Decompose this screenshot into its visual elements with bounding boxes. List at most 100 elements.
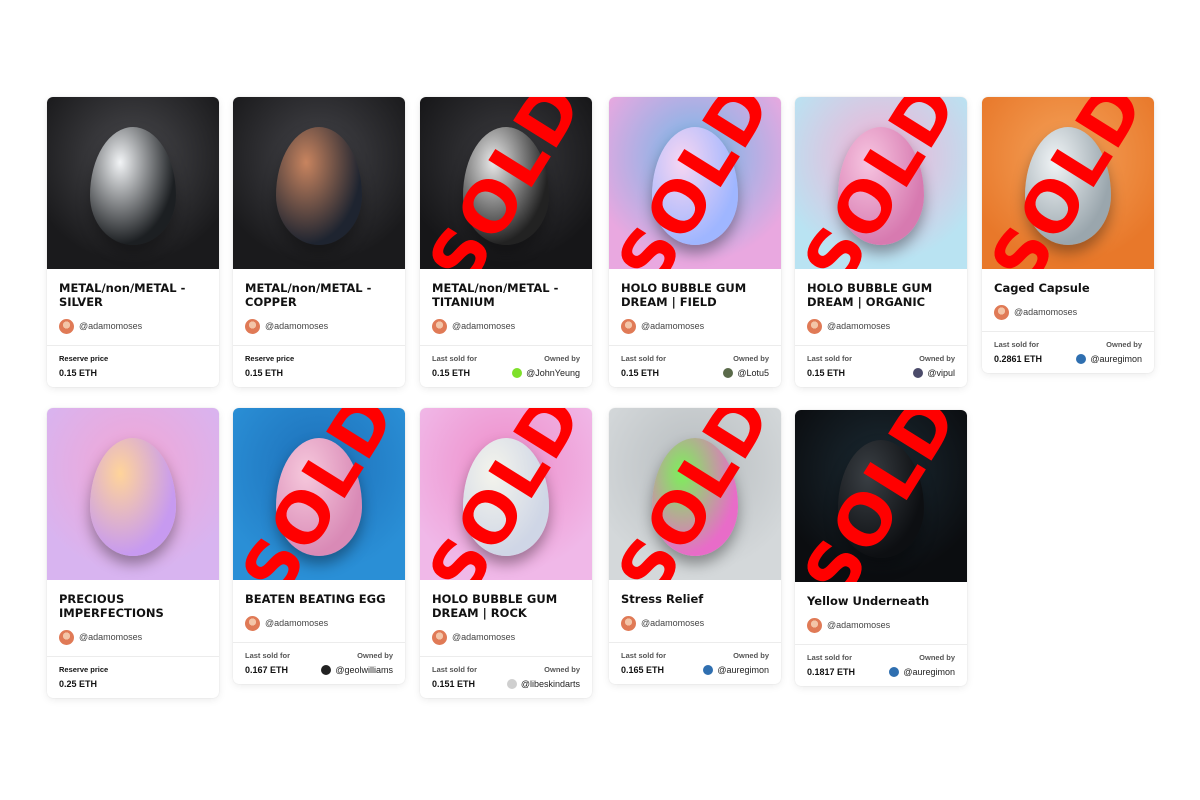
owner-handle: @Lotu5 [737, 368, 769, 378]
nft-card[interactable]: SOLD Yellow Underneath @adamomoses Last … [795, 410, 967, 686]
nft-artwork[interactable] [233, 97, 405, 269]
nft-card[interactable]: SOLD Stress Relief @adamomoses Last sold… [609, 408, 781, 684]
owner-avatar [703, 665, 714, 675]
owner-link[interactable]: @auregimon [703, 665, 769, 675]
nft-artwork[interactable]: SOLD [233, 408, 405, 580]
creator-link[interactable]: @adamomoses [59, 317, 207, 335]
nft-card[interactable]: SOLD HOLO BUBBLE GUM DREAM | ORGANIC @ad… [795, 97, 967, 387]
nft-artwork[interactable]: SOLD [420, 97, 592, 269]
creator-link[interactable]: @adamomoses [245, 317, 393, 335]
nft-card[interactable]: METAL/non/METAL - COPPER @adamomoses Res… [233, 97, 405, 387]
creator-handle: @adamomoses [79, 321, 143, 331]
creator-link[interactable]: @adamomoses [994, 303, 1142, 321]
card-footer: Reserve price 0.25 ETH [47, 656, 219, 698]
nft-artwork[interactable]: SOLD [795, 97, 967, 269]
last-sold-value: 0.165 ETH [621, 665, 665, 675]
owner-link[interactable]: @vipul [913, 368, 955, 378]
owner-avatar [321, 665, 332, 675]
nft-card[interactable]: SOLD METAL/non/METAL - TITANIUM @adamomo… [420, 97, 592, 387]
nft-title[interactable]: HOLO BUBBLE GUM DREAM | ROCK [432, 592, 580, 620]
card-footer: Last sold for 0.167 ETH Owned by @geolwi… [233, 642, 405, 684]
creator-avatar [807, 318, 822, 334]
last-sold-label: Last sold for [807, 653, 853, 662]
owner-handle: @JohnYeung [526, 368, 580, 378]
nft-artwork[interactable] [47, 97, 219, 269]
creator-avatar [994, 304, 1009, 320]
nft-artwork[interactable]: SOLD [982, 97, 1154, 269]
last-sold-block: Last sold for 0.2861 ETH [994, 340, 1042, 364]
owner-avatar [723, 368, 734, 378]
last-sold-block: Last sold for 0.15 ETH [432, 354, 477, 378]
last-sold-label: Last sold for [245, 651, 291, 660]
last-sold-block: Last sold for 0.15 ETH [621, 354, 666, 378]
creator-avatar [621, 615, 636, 631]
nft-title[interactable]: METAL/non/METAL - TITANIUM [432, 281, 580, 309]
nft-title[interactable]: Stress Relief [621, 592, 769, 606]
nft-title[interactable]: METAL/non/METAL - SILVER [59, 281, 207, 309]
owner-avatar [1076, 354, 1087, 364]
owner-link[interactable]: @Lotu5 [723, 368, 769, 378]
owner-avatar [889, 667, 900, 677]
owner-handle: @vipul [927, 368, 955, 378]
owner-link[interactable]: @auregimon [1076, 354, 1142, 364]
nft-title[interactable]: Yellow Underneath [807, 594, 955, 608]
creator-handle: @adamomoses [1014, 307, 1078, 317]
owner-link[interactable]: @geolwilliams [321, 665, 393, 675]
owner-block: Owned by @auregimon [703, 651, 769, 675]
creator-link[interactable]: @adamomoses [432, 317, 580, 335]
creator-handle: @adamomoses [452, 632, 516, 642]
nft-title[interactable]: METAL/non/METAL - COPPER [245, 281, 393, 309]
egg-artwork [276, 127, 362, 246]
nft-title[interactable]: HOLO BUBBLE GUM DREAM | ORGANIC [807, 281, 955, 309]
nft-card[interactable]: METAL/non/METAL - SILVER @adamomoses Res… [47, 97, 219, 387]
creator-avatar [432, 318, 447, 334]
last-sold-value: 0.15 ETH [621, 368, 660, 378]
creator-link[interactable]: @adamomoses [621, 614, 769, 632]
nft-card[interactable]: PRECIOUS IMPERFECTIONS @adamomoses Reser… [47, 408, 219, 698]
last-sold-value: 0.167 ETH [245, 665, 289, 675]
creator-link[interactable]: @adamomoses [807, 317, 955, 335]
creator-link[interactable]: @adamomoses [807, 616, 955, 634]
nft-card[interactable]: SOLD Caged Capsule @adamomoses Last sold… [982, 97, 1154, 373]
nft-title[interactable]: Caged Capsule [994, 281, 1142, 295]
nft-card[interactable]: SOLD HOLO BUBBLE GUM DREAM | ROCK @adamo… [420, 408, 592, 698]
nft-title[interactable]: BEATEN BEATING EGG [245, 592, 393, 606]
nft-artwork[interactable]: SOLD [609, 408, 781, 580]
owner-avatar [512, 368, 523, 378]
nft-artwork[interactable]: SOLD [609, 97, 781, 269]
nft-artwork[interactable]: SOLD [420, 408, 592, 580]
owner-handle: @auregimon [717, 665, 769, 675]
card-footer: Reserve price 0.15 ETH [233, 345, 405, 387]
nft-artwork[interactable]: SOLD [795, 410, 967, 582]
sold-stamp: SOLD [609, 97, 781, 269]
creator-handle: @adamomoses [265, 618, 329, 628]
owner-link[interactable]: @auregimon [889, 667, 955, 677]
nft-artwork[interactable] [47, 408, 219, 580]
nft-card[interactable]: SOLD BEATEN BEATING EGG @adamomoses Last… [233, 408, 405, 684]
creator-link[interactable]: @adamomoses [432, 628, 580, 646]
reserve-price-value: 0.15 ETH [59, 368, 98, 378]
owner-link[interactable]: @libeskindarts [506, 679, 580, 689]
owner-block: Owned by @auregimon [889, 653, 955, 677]
creator-avatar [245, 615, 260, 631]
card-footer: Last sold for 0.1817 ETH Owned by @aureg… [795, 644, 967, 686]
reserve-price-label: Reserve price [59, 665, 109, 674]
creator-link[interactable]: @adamomoses [59, 628, 207, 646]
owned-by-label: Owned by [544, 665, 580, 674]
creator-handle: @adamomoses [641, 321, 705, 331]
last-sold-label: Last sold for [807, 354, 853, 363]
reserve-price-block: Reserve price 0.25 ETH [59, 665, 108, 689]
nft-title[interactable]: PRECIOUS IMPERFECTIONS [59, 592, 207, 620]
creator-handle: @adamomoses [265, 321, 329, 331]
owner-link[interactable]: @JohnYeung [512, 368, 580, 378]
nft-title[interactable]: HOLO BUBBLE GUM DREAM | FIELD [621, 281, 769, 309]
card-footer: Last sold for 0.15 ETH Owned by @vipul [795, 345, 967, 387]
owner-block: Owned by @vipul [913, 354, 955, 378]
owner-handle: @geolwilliams [335, 665, 393, 675]
nft-card[interactable]: SOLD HOLO BUBBLE GUM DREAM | FIELD @adam… [609, 97, 781, 387]
creator-link[interactable]: @adamomoses [245, 614, 393, 632]
last-sold-value: 0.2861 ETH [994, 354, 1043, 364]
creator-link[interactable]: @adamomoses [621, 317, 769, 335]
card-footer: Last sold for 0.165 ETH Owned by @auregi… [609, 642, 781, 684]
last-sold-value: 0.15 ETH [432, 368, 471, 378]
